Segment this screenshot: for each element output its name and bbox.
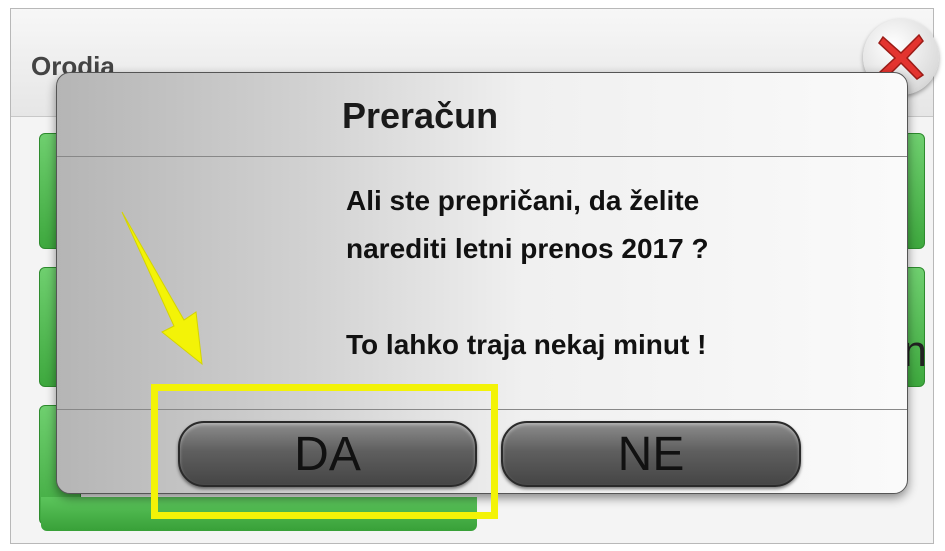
highlight-box — [151, 384, 498, 519]
arrow-icon — [121, 211, 203, 366]
dialog-message: Ali ste prepričani, da želite narediti l… — [346, 177, 709, 369]
dialog-header: Preračun — [57, 73, 907, 157]
message-line-1: Ali ste prepričani, da želite — [346, 185, 700, 216]
no-button[interactable]: NE — [501, 421, 801, 487]
message-line-4: To lahko traja nekaj minut ! — [346, 329, 707, 360]
message-line-3 — [346, 273, 709, 321]
dialog-title: Preračun — [342, 95, 499, 136]
message-line-2: narediti letni prenos 2017 ? — [346, 233, 709, 264]
